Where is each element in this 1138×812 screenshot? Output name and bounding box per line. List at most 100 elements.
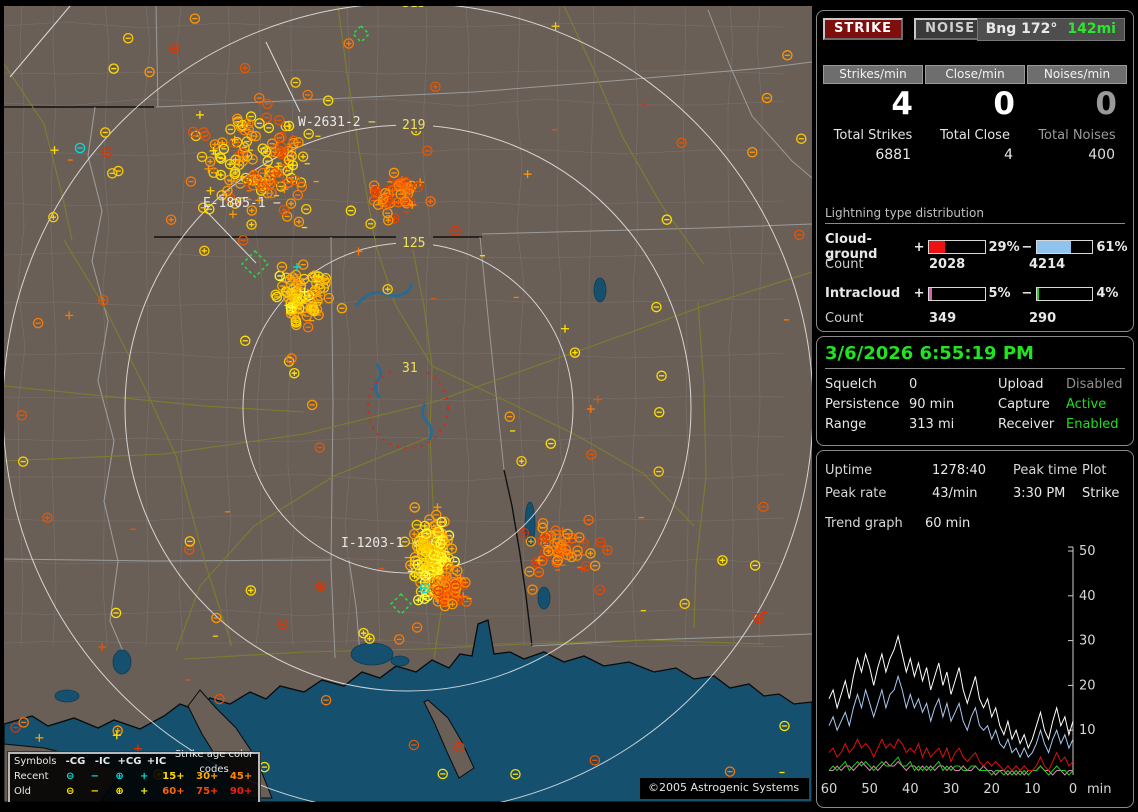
storm-direction-indicator: −	[273, 196, 281, 211]
trend-graph-label: Trend graph	[825, 516, 925, 531]
recent-circle-plus-icon: ⊕	[107, 769, 132, 784]
legend-recent-row: Recent ⊖ − ⊕ + 15+ 30+ 45+	[10, 769, 258, 784]
ic-positive-fill	[929, 288, 932, 300]
storm-direction-indicator: −	[368, 115, 376, 130]
cg-negative-count: 4214	[1029, 257, 1129, 272]
x-axis-unit: min	[1087, 782, 1112, 797]
ring-label: 313	[402, 6, 425, 11]
old-circle-plus-icon: ⊕	[107, 784, 132, 799]
total-noises-label: Total Noises	[1027, 128, 1127, 143]
total-close-label: Total Close	[925, 128, 1025, 143]
trend-series--CG	[829, 676, 1073, 757]
plot-label: Plot	[1082, 463, 1129, 478]
session-row: Peak rate 43/min 3:30 PM Strike	[825, 486, 1129, 501]
total-close-value: 4	[925, 147, 1025, 163]
persistence-value: 90 min	[909, 397, 998, 412]
status-row: Squelch 0 Upload Disabled	[825, 377, 1129, 392]
noises-per-min-value: 0	[1027, 86, 1127, 122]
persistence-label: Persistence	[825, 397, 909, 412]
trend-graph-row: Trend graph 60 min	[825, 516, 1129, 531]
cg-positive-count: 2028	[929, 257, 1029, 272]
x-tick-label: 0	[1069, 782, 1077, 797]
ic-positive-bar	[928, 287, 986, 301]
plus-sign: +	[913, 240, 925, 255]
minus-sign: −	[1021, 286, 1033, 301]
legend-old-label: Old	[10, 784, 58, 799]
plot-mode-value[interactable]: Strike	[1082, 486, 1129, 501]
status-panel: 3/6/2026 6:55:19 PM Squelch 0 Upload Dis…	[816, 336, 1134, 446]
x-tick-label: 40	[902, 782, 919, 797]
x-tick-label: 50	[861, 782, 878, 797]
close-column: Close/min 0 Total Close 4	[925, 65, 1025, 163]
total-noises-value: 400	[1027, 147, 1127, 163]
old-plus-icon: +	[132, 784, 157, 799]
distance-value: 142mi	[1067, 21, 1116, 37]
storm-direction-indicator: v	[411, 536, 419, 551]
age-45: 45+	[224, 769, 258, 784]
peak-rate-value: 43/min	[932, 486, 1013, 501]
distribution-title: Lightning type distribution	[825, 206, 1125, 224]
y-tick-label: 30	[1079, 634, 1096, 649]
recent-plus-icon: +	[132, 769, 157, 784]
ring-label: 125	[402, 236, 425, 251]
minus-sign: −	[1021, 240, 1033, 255]
strike-mode-button[interactable]: STRIKE	[823, 18, 903, 40]
ic-positive-count: 349	[929, 311, 1029, 326]
intracloud-row: Intracloud + 5% − 4%	[825, 286, 1129, 301]
range-value: 313 mi	[909, 417, 998, 432]
age-60: 60+	[157, 784, 191, 799]
total-strikes-value: 6881	[823, 147, 923, 163]
squelch-label: Squelch	[825, 377, 909, 392]
bearing-chip: Bng 172°142mi	[977, 18, 1125, 41]
total-strikes-label: Total Strikes	[823, 128, 923, 143]
x-tick-label: 30	[943, 782, 960, 797]
old-minus-icon: −	[83, 784, 108, 799]
ic-positive-pct: 5%	[989, 286, 1022, 301]
strikes-per-min-value: 4	[823, 86, 923, 122]
legend-col-neg-cg: -CG	[62, 754, 89, 769]
upload-label: Upload	[998, 377, 1066, 392]
y-tick-label: 40	[1079, 589, 1096, 604]
cg-negative-bar	[1036, 240, 1094, 254]
legend-symbols-title: Symbols	[10, 754, 62, 769]
count-label: Count	[825, 311, 929, 326]
ic-negative-fill	[1037, 288, 1039, 300]
legend-header-row: Symbols -CG -IC +CG +IC Strike age color…	[10, 754, 258, 769]
age-15: 15+	[157, 769, 191, 784]
legend-col-pos-cg: +CG	[116, 754, 143, 769]
x-tick-label: 10	[1024, 782, 1041, 797]
storm-cell-label: E-1805-1	[203, 196, 266, 211]
storm-cell-label: W-2631-2	[298, 115, 361, 130]
session-panel: Uptime 1278:40 Peak time Plot Peak rate …	[816, 450, 1134, 808]
rate-chips-row: Strikes/min 4 Total Strikes 6881 Close/m…	[821, 65, 1129, 163]
trend-window-value[interactable]: 60 min	[925, 516, 1006, 531]
legend-col-neg-ic: -IC	[89, 754, 116, 769]
old-circle-minus-icon: ⊖	[58, 784, 83, 799]
copyright-text: ©2005 Astrogenic Systems	[640, 778, 809, 799]
age-90: 90+	[224, 784, 258, 799]
datetime-display: 3/6/2026 6:55:19 PM	[825, 343, 1125, 369]
age-30: 30+	[190, 769, 224, 784]
receiver-label: Receiver	[998, 417, 1066, 432]
peak-rate-label: Peak rate	[825, 486, 932, 501]
cg-negative-pct: 61%	[1096, 240, 1129, 255]
cg-positive-pct: 29%	[989, 240, 1022, 255]
cg-positive-fill	[929, 241, 945, 253]
count-label: Count	[825, 257, 929, 272]
plus-sign: +	[913, 286, 925, 301]
ic-negative-count: 290	[1029, 311, 1129, 326]
legend-recent-label: Recent	[10, 769, 58, 784]
noises-per-min-chip: Noises/min	[1027, 65, 1127, 84]
capture-status: Active	[1066, 397, 1129, 412]
ic-negative-bar	[1036, 287, 1094, 301]
status-row: Persistence 90 min Capture Active	[825, 397, 1129, 412]
strikes-per-min-chip: Strikes/min	[823, 65, 923, 84]
map-canvas[interactable]: 31125219313W-2631-2−E-1805-1−I-1203-1v	[4, 6, 812, 802]
legend-col-pos-ic: +IC	[143, 754, 170, 769]
lightning-map[interactable]: 31125219313W-2631-2−E-1805-1−I-1203-1v S…	[4, 6, 812, 802]
trend-chart: 10203040506050403020100min	[821, 537, 1129, 805]
intracloud-label: Intracloud	[825, 286, 913, 301]
noise-mode-button[interactable]: NOISE	[914, 18, 986, 40]
peak-time-value: 3:30 PM	[1013, 486, 1082, 501]
y-tick-label: 10	[1079, 723, 1096, 738]
